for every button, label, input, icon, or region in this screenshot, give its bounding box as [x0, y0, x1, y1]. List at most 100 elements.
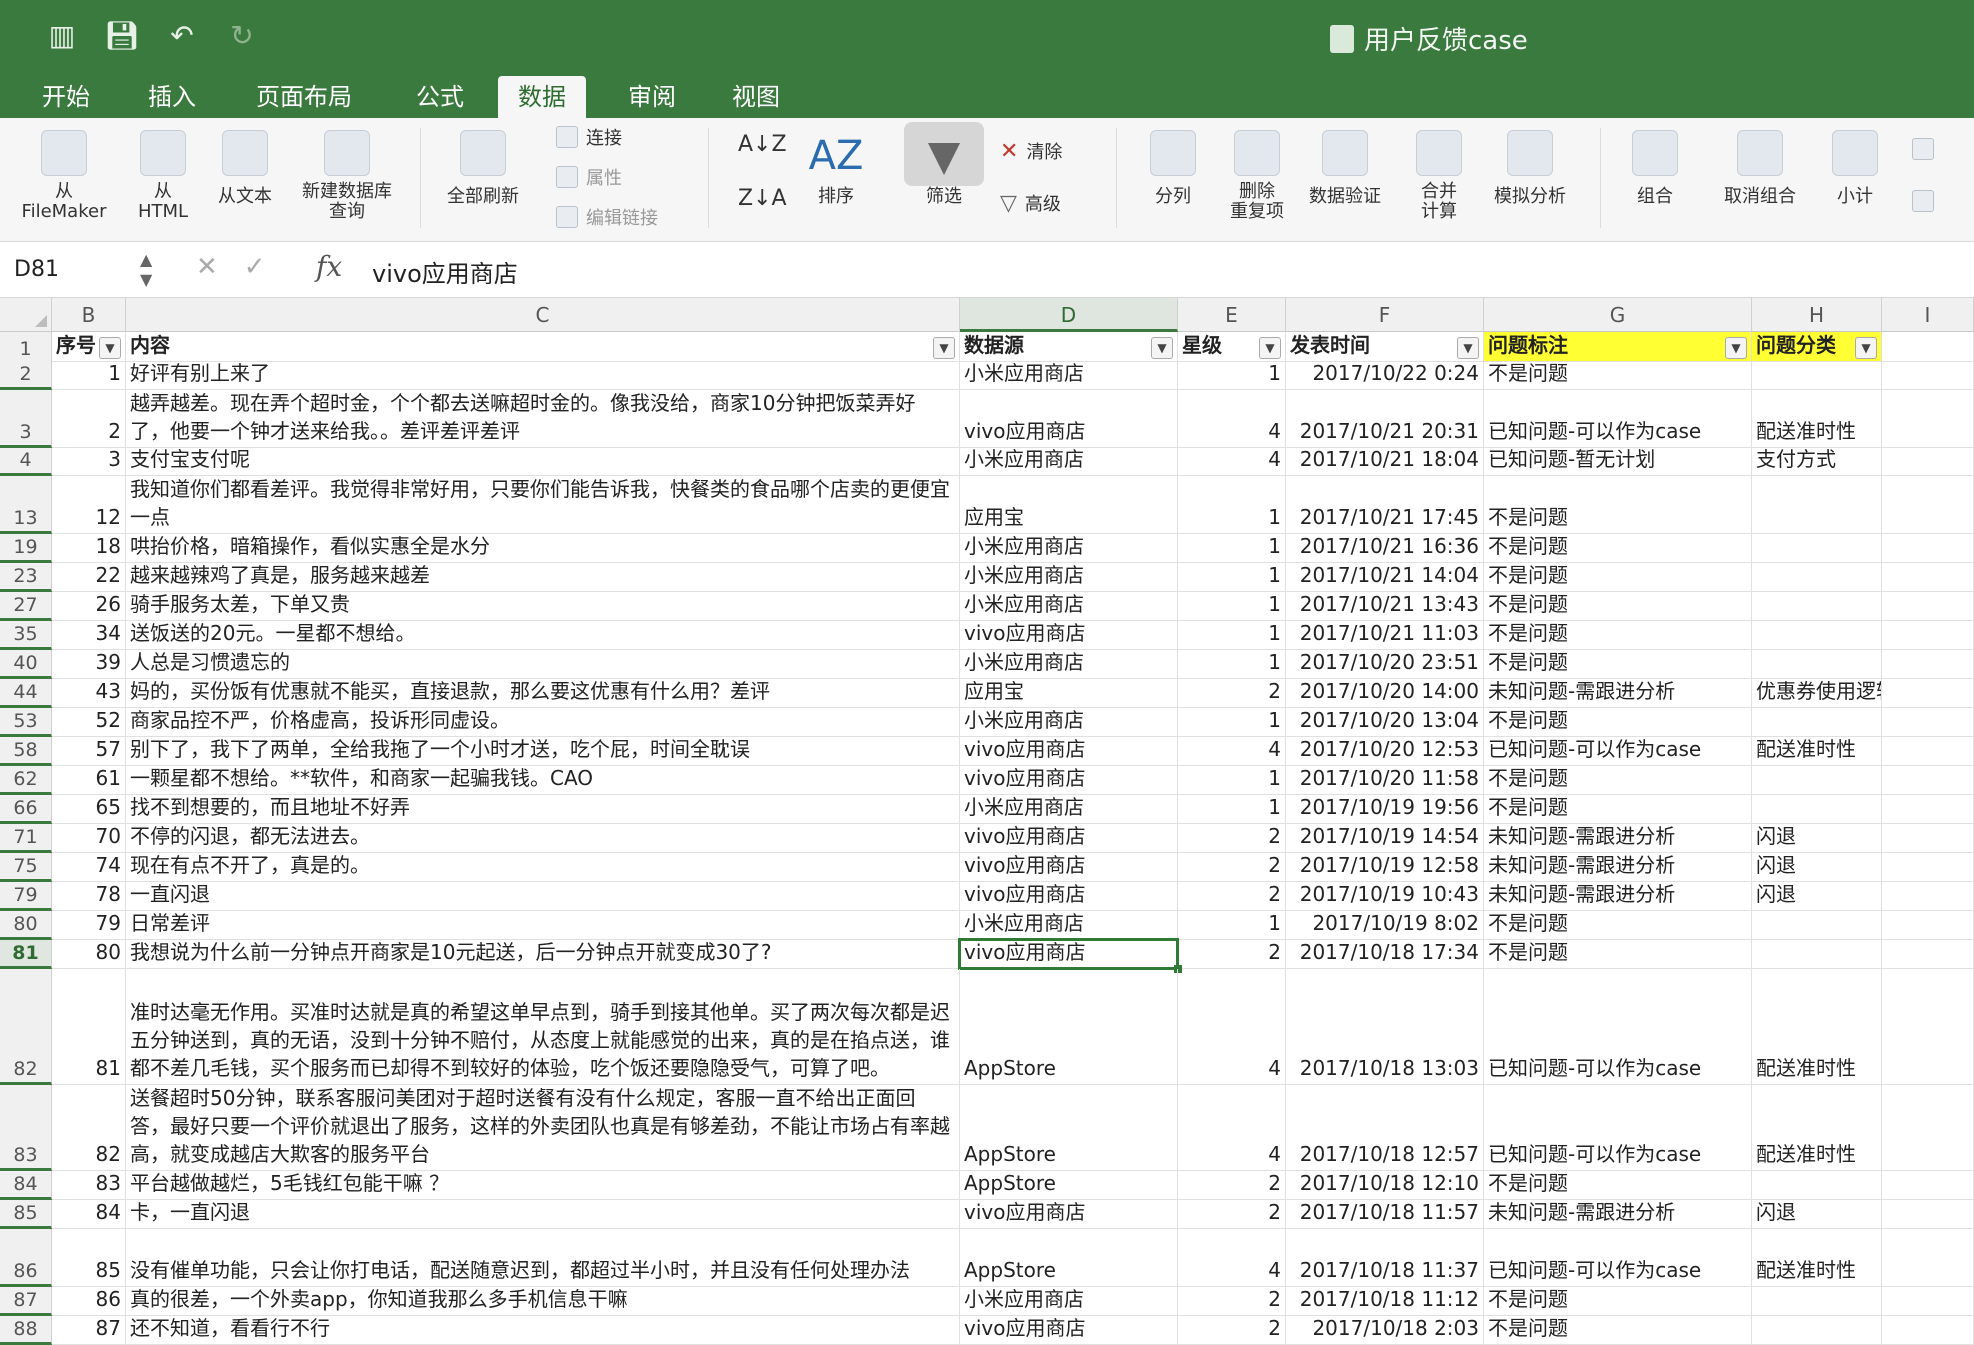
cell-b[interactable]: 39 [52, 650, 126, 678]
cell-h[interactable] [1752, 911, 1882, 939]
header-cell-i[interactable] [1882, 332, 1974, 361]
cell-d[interactable]: AppStore [960, 969, 1178, 1084]
cell-c[interactable]: 妈的，买份饭有优惠就不能买，直接退款，那么要这优惠有什么用？差评 [126, 679, 960, 707]
cell-b[interactable]: 57 [52, 737, 126, 765]
cell-g[interactable]: 未知问题-需跟进分析 [1484, 679, 1752, 707]
cell-i[interactable] [1882, 969, 1974, 1084]
cell-c[interactable]: 越来越辣鸡了真是，服务越来越差 [126, 563, 960, 591]
cell-e[interactable]: 1 [1178, 911, 1286, 939]
cell-c[interactable]: 不停的闪退，都无法进去。 [126, 824, 960, 852]
show-detail-button[interactable] [1912, 138, 1934, 160]
cell-e[interactable]: 4 [1178, 1229, 1286, 1286]
cell-h[interactable] [1752, 1171, 1882, 1199]
cell-g[interactable]: 不是问题 [1484, 766, 1752, 794]
redo-icon[interactable]: ↻ [224, 18, 260, 54]
filter-dropdown-icon[interactable]: ▼ [933, 337, 955, 359]
cell-h[interactable]: 配送准时性 [1752, 390, 1882, 447]
row-header[interactable]: 84 [0, 1171, 52, 1200]
cell-i[interactable] [1882, 476, 1974, 533]
cell-i[interactable] [1882, 766, 1974, 794]
column-header-i[interactable]: I [1882, 298, 1974, 332]
row-header[interactable]: 86 [0, 1229, 52, 1287]
row-header[interactable]: 27 [0, 592, 52, 621]
cell-h[interactable]: 闪退 [1752, 882, 1882, 910]
cell-e[interactable]: 1 [1178, 476, 1286, 533]
cell-g[interactable]: 已知问题-暂无计划 [1484, 448, 1752, 475]
cell-i[interactable] [1882, 650, 1974, 678]
filter-dropdown-icon[interactable]: ▼ [1855, 337, 1877, 359]
tab-view[interactable]: 视图 [712, 76, 800, 118]
cell-g[interactable]: 不是问题 [1484, 563, 1752, 591]
cell-d[interactable]: vivo应用商店 [960, 390, 1178, 447]
cell-h[interactable]: 支付方式 [1752, 448, 1882, 475]
filter-active-dropdown-icon[interactable]: ▼ [1259, 337, 1281, 359]
row-header[interactable]: 85 [0, 1200, 52, 1229]
cell-i[interactable] [1882, 1229, 1974, 1286]
cell-e[interactable]: 2 [1178, 940, 1286, 968]
cell-g[interactable]: 未知问题-需跟进分析 [1484, 882, 1752, 910]
cancel-icon[interactable]: ✕ [196, 252, 218, 282]
clear-filter-button[interactable]: ✕ 清除 [1000, 138, 1062, 164]
cell-e[interactable]: 4 [1178, 969, 1286, 1084]
cell-c[interactable]: 送餐超时50分钟，联系客服问美团对于超时送餐有没有什么规定，客服一直不给出正面回… [126, 1085, 960, 1170]
cell-i[interactable] [1882, 1200, 1974, 1228]
cell-b[interactable]: 74 [52, 853, 126, 881]
row-header[interactable]: 23 [0, 563, 52, 592]
cell-f[interactable]: 2017/10/19 12:58 [1286, 853, 1484, 881]
worksheet-grid[interactable]: B C D E F G H I 1 序号 ▼ 内容 ▼ 数据源 ▼ 星级 ▼ 发表时间 ▼ 问题标注 ▼ 问题分类 ▼ 2 1 好… [0, 298, 1974, 1345]
cell-h[interactable] [1752, 1287, 1882, 1315]
cell-g[interactable]: 不是问题 [1484, 911, 1752, 939]
cell-b[interactable]: 80 [52, 940, 126, 968]
row-header[interactable]: 3 [0, 390, 52, 448]
row-header[interactable]: 19 [0, 534, 52, 563]
cell-c[interactable]: 一颗星都不想给。**软件，和商家一起骗我钱。CAO [126, 766, 960, 794]
cell-g[interactable]: 未知问题-需跟进分析 [1484, 853, 1752, 881]
cell-b[interactable]: 65 [52, 795, 126, 823]
cell-f[interactable]: 2017/10/21 13:43 [1286, 592, 1484, 620]
cell-d[interactable]: 小米应用商店 [960, 362, 1178, 389]
cell-e[interactable]: 2 [1178, 679, 1286, 707]
undo-icon[interactable]: ↶ [164, 18, 200, 54]
cell-h[interactable] [1752, 766, 1882, 794]
from-filemaker-button[interactable]: 从 FileMaker [14, 130, 114, 222]
cell-i[interactable] [1882, 1316, 1974, 1344]
cell-h[interactable]: 闪退 [1752, 853, 1882, 881]
cell-b[interactable]: 79 [52, 911, 126, 939]
cell-f[interactable]: 2017/10/18 17:34 [1286, 940, 1484, 968]
cell-i[interactable] [1882, 824, 1974, 852]
cell-h[interactable] [1752, 940, 1882, 968]
cell-g[interactable]: 已知问题-可以作为case [1484, 969, 1752, 1084]
cell-h[interactable] [1752, 708, 1882, 736]
cell-i[interactable] [1882, 940, 1974, 968]
data-validation-button[interactable]: 数据验证 [1300, 130, 1390, 208]
cell-g[interactable]: 已知问题-可以作为case [1484, 737, 1752, 765]
cell-g[interactable]: 不是问题 [1484, 708, 1752, 736]
cell-c[interactable]: 真的很差，一个外卖app，你知道我那么多手机信息干嘛 [126, 1287, 960, 1315]
column-header-e[interactable]: E [1178, 298, 1286, 332]
cell-g[interactable]: 不是问题 [1484, 1171, 1752, 1199]
cell-b[interactable]: 81 [52, 969, 126, 1084]
cell-h[interactable] [1752, 362, 1882, 389]
cell-b[interactable]: 26 [52, 592, 126, 620]
cell-d[interactable]: 小米应用商店 [960, 534, 1178, 562]
cell-d[interactable]: vivo应用商店 [960, 766, 1178, 794]
cell-h[interactable]: 配送准时性 [1752, 1229, 1882, 1286]
cell-c[interactable]: 现在有点不开了，真是的。 [126, 853, 960, 881]
cell-d[interactable]: 小米应用商店 [960, 448, 1178, 475]
cell-h[interactable]: 闪退 [1752, 824, 1882, 852]
cell-d[interactable]: AppStore [960, 1085, 1178, 1170]
cell-e[interactable]: 2 [1178, 853, 1286, 881]
cell-c[interactable]: 骑手服务太差，下单又贵 [126, 592, 960, 620]
from-html-button[interactable]: 从 HTML [128, 130, 198, 222]
cell-f[interactable]: 2017/10/21 17:45 [1286, 476, 1484, 533]
cell-g[interactable]: 未知问题-需跟进分析 [1484, 824, 1752, 852]
cell-b[interactable]: 61 [52, 766, 126, 794]
row-header[interactable]: 2 [0, 362, 52, 390]
cell-g[interactable]: 不是问题 [1484, 621, 1752, 649]
cell-f[interactable]: 2017/10/18 12:10 [1286, 1171, 1484, 1199]
cell-b[interactable]: 52 [52, 708, 126, 736]
cell-g[interactable]: 不是问题 [1484, 1316, 1752, 1344]
row-header[interactable]: 71 [0, 824, 52, 853]
row-header[interactable]: 80 [0, 911, 52, 940]
cell-b[interactable]: 3 [52, 448, 126, 475]
